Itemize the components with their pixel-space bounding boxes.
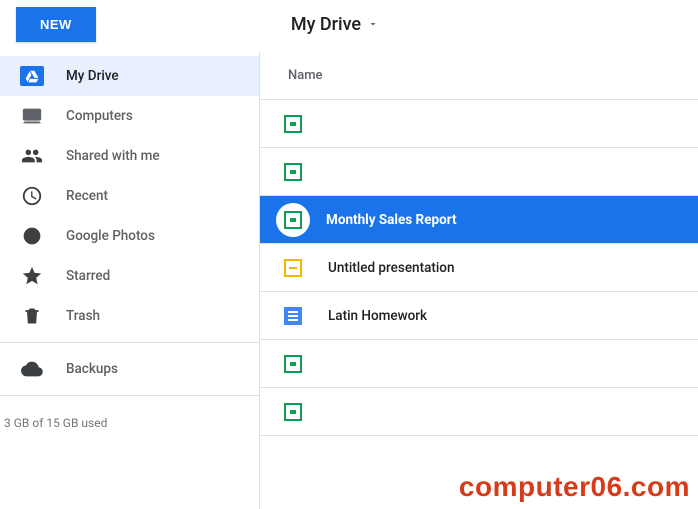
trash-icon [18,306,46,326]
file-row[interactable]: Monthly Sales Report [260,196,698,244]
sidebar-item-backups[interactable]: Backups [0,349,259,389]
clock-icon [18,185,46,207]
file-name: Untitled presentation [328,260,454,276]
file-row[interactable] [260,340,698,388]
file-row[interactable] [260,100,698,148]
sidebar-item-label: Trash [66,308,100,324]
sheet-icon [276,203,310,237]
sidebar-item-label: Recent [66,188,108,204]
sidebar-item-starred[interactable]: Starred [0,256,259,296]
sidebar-item-my-drive[interactable]: My Drive [0,56,259,96]
file-name: Monthly Sales Report [326,212,457,228]
sheet-icon [282,401,304,423]
photos-icon [18,226,46,246]
sidebar-item-shared[interactable]: Shared with me [0,136,259,176]
file-row[interactable]: Latin Homework [260,292,698,340]
drive-icon [18,66,46,86]
sidebar-item-trash[interactable]: Trash [0,296,259,336]
storage-text: 3 GB of 15 GB used [0,402,259,434]
sidebar-item-photos[interactable]: Google Photos [0,216,259,256]
file-row[interactable] [260,388,698,436]
sidebar-item-label: Shared with me [66,148,160,164]
people-icon [18,145,46,167]
breadcrumb[interactable]: My Drive [291,14,379,35]
column-header-name[interactable]: Name [260,52,698,100]
dropdown-arrow-icon [367,18,379,30]
divider [0,342,259,343]
divider [0,395,259,396]
file-list: Monthly Sales Report Untitled presentatio… [260,100,698,509]
cloud-icon [18,358,46,380]
sheet-icon [282,353,304,375]
sidebar-item-label: My Drive [66,68,119,84]
file-name: Latin Homework [328,308,427,324]
computer-icon [18,105,46,127]
docs-icon [282,305,304,327]
sidebar-item-label: Google Photos [66,228,155,244]
star-icon [18,265,46,287]
file-row[interactable] [260,148,698,196]
file-row[interactable]: Untitled presentation [260,244,698,292]
new-button[interactable]: NEW [16,7,96,42]
sidebar: My Drive Computers Shared with me Recent Goo… [0,52,260,509]
breadcrumb-title: My Drive [291,14,361,35]
sheet-icon [282,113,304,135]
sidebar-item-label: Starred [66,268,110,284]
sidebar-item-computers[interactable]: Computers [0,96,259,136]
sidebar-item-recent[interactable]: Recent [0,176,259,216]
slides-icon [282,257,304,279]
sidebar-item-label: Computers [66,108,133,124]
sidebar-item-label: Backups [66,361,118,377]
sheet-icon [282,161,304,183]
